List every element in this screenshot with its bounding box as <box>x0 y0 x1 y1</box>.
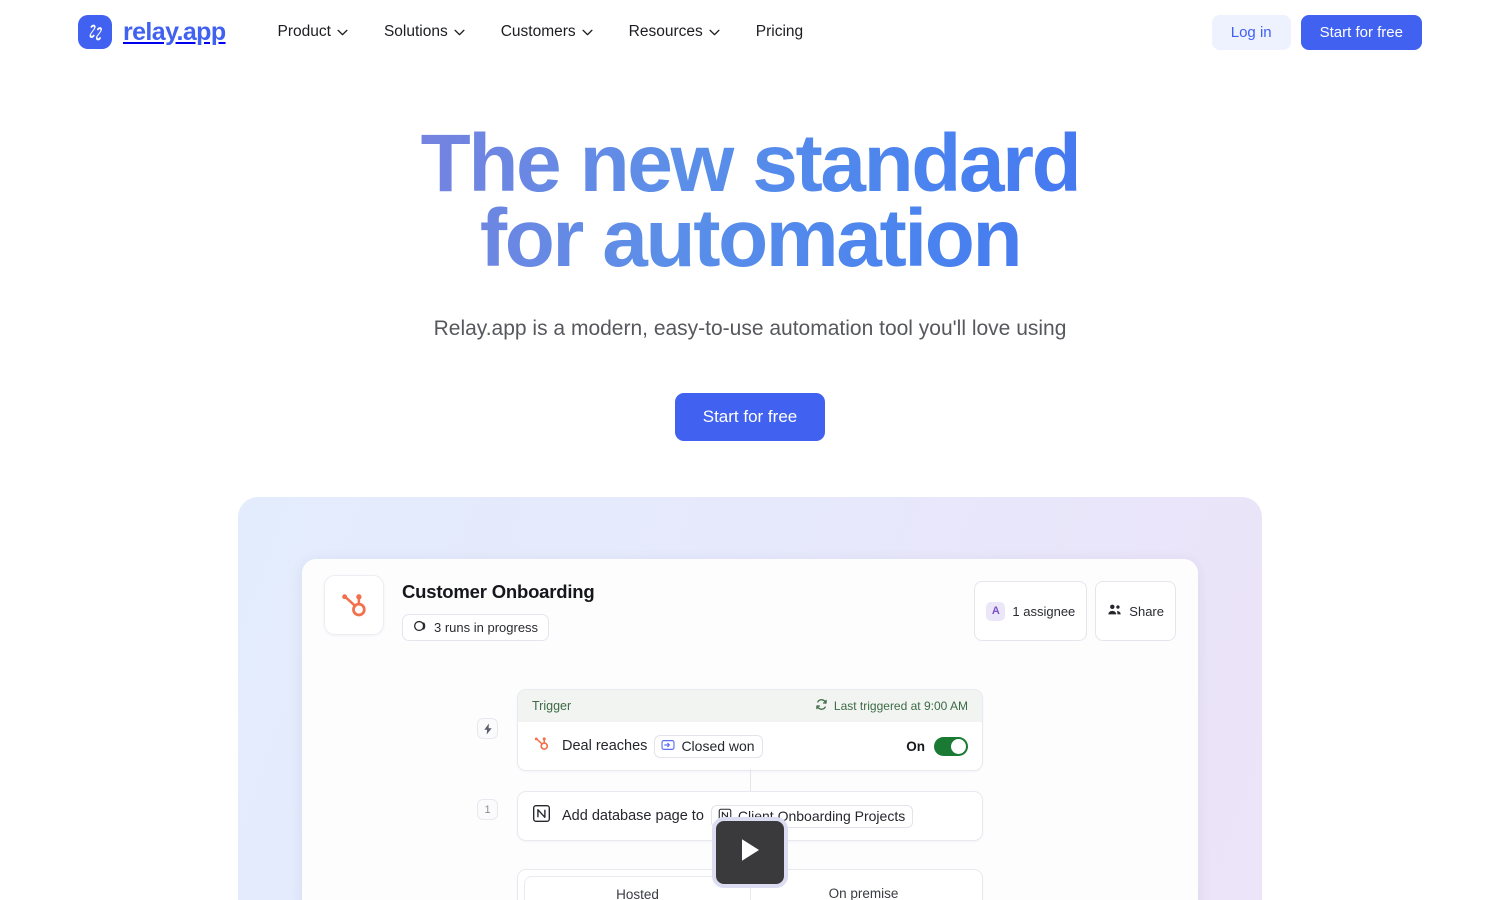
nav-actions: Log in Start for free <box>1211 14 1422 50</box>
step-number-badge: 1 <box>477 799 498 820</box>
trigger-toggle-wrapper: On <box>906 736 968 756</box>
step-number-label: 1 <box>484 803 491 816</box>
runs-in-progress-badge[interactable]: 3 runs in progress <box>402 614 550 641</box>
closed-won-pill[interactable]: Closed won <box>654 734 763 758</box>
nav-item-pricing[interactable]: Pricing <box>738 15 821 49</box>
hero-cta-wrapper: Start for free <box>0 392 1500 441</box>
runs-in-progress-icon <box>413 619 427 636</box>
runs-in-progress-label: 3 runs in progress <box>434 620 539 635</box>
hubspot-icon <box>324 575 384 635</box>
trigger-node-header: Trigger Last triggered at 9:00 AM <box>518 690 982 722</box>
nav-item-label: Product <box>277 23 331 40</box>
lightning-bolt-icon <box>477 718 498 739</box>
notion-icon <box>532 804 551 828</box>
brand-logo-link[interactable]: relay.app <box>78 15 226 49</box>
page-title: The new standard for automation <box>0 126 1500 277</box>
workflow-header-actions: A 1 assignee Share <box>974 575 1176 641</box>
share-button[interactable]: Share <box>1095 581 1176 641</box>
last-triggered-meta: Last triggered at 9:00 AM <box>815 698 968 714</box>
hero-subtitle: Relay.app is a modern, easy-to-use autom… <box>433 316 1067 340</box>
workflow-title: Customer Onboarding <box>402 581 595 602</box>
start-for-free-button-nav[interactable]: Start for free <box>1300 14 1422 50</box>
nav-item-label: Solutions <box>383 23 448 40</box>
refresh-icon <box>815 698 828 714</box>
toggle-label: On <box>906 738 925 754</box>
trigger-node-body: Deal reaches Closed won On <box>518 722 982 770</box>
assignee-label: 1 assignee <box>1012 603 1076 619</box>
assignee-button[interactable]: A 1 assignee <box>974 581 1088 641</box>
chevron-down-icon <box>709 23 720 41</box>
brand-name: relay.app <box>123 17 226 46</box>
nav-item-solutions[interactable]: Solutions <box>366 15 483 49</box>
play-video-button[interactable] <box>712 817 788 888</box>
trigger-enabled-toggle[interactable] <box>934 736 968 756</box>
stage-enter-icon <box>661 738 675 755</box>
chevron-down-icon <box>582 23 593 41</box>
flow-connector <box>750 769 751 791</box>
trigger-node[interactable]: Trigger Last triggered at 9:00 AM Deal r… <box>517 689 983 771</box>
trigger-text: Deal reaches <box>562 738 648 754</box>
start-for-free-button-hero[interactable]: Start for free <box>674 392 826 441</box>
nav-item-label: Customers <box>500 23 576 40</box>
trigger-section-label: Trigger <box>532 699 572 713</box>
closed-won-label: Closed won <box>681 738 755 754</box>
nav-links: Product Solutions Customers Resources Pr… <box>260 15 822 49</box>
relay-logo-icon <box>78 15 112 49</box>
share-label: Share <box>1129 603 1164 619</box>
nav-item-customers[interactable]: Customers <box>483 15 611 49</box>
nav-item-label: Pricing <box>755 23 804 40</box>
nav-item-label: Resources <box>628 23 703 40</box>
nav-item-product[interactable]: Product <box>260 15 366 49</box>
hubspot-icon <box>532 734 551 758</box>
top-navigation: relay.app Product Solutions Customers Re… <box>0 0 1500 64</box>
chevron-down-icon <box>454 23 465 41</box>
hero-section: The new standard for automation Relay.ap… <box>0 64 1500 441</box>
workflow-header-texts: Customer Onboarding 3 runs in progress <box>402 575 595 641</box>
people-icon <box>1107 603 1122 619</box>
login-button[interactable]: Log in <box>1211 14 1291 50</box>
workflow-card-header: Customer Onboarding 3 runs in progress A… <box>302 559 1198 641</box>
nav-item-resources[interactable]: Resources <box>611 15 738 49</box>
play-icon <box>737 836 763 869</box>
step-one-text: Add database page to <box>562 808 704 824</box>
hero-title-line-2: for automation <box>479 193 1021 285</box>
chevron-down-icon <box>337 23 348 41</box>
last-triggered-label: Last triggered at 9:00 AM <box>833 699 968 713</box>
avatar: A <box>986 601 1006 621</box>
